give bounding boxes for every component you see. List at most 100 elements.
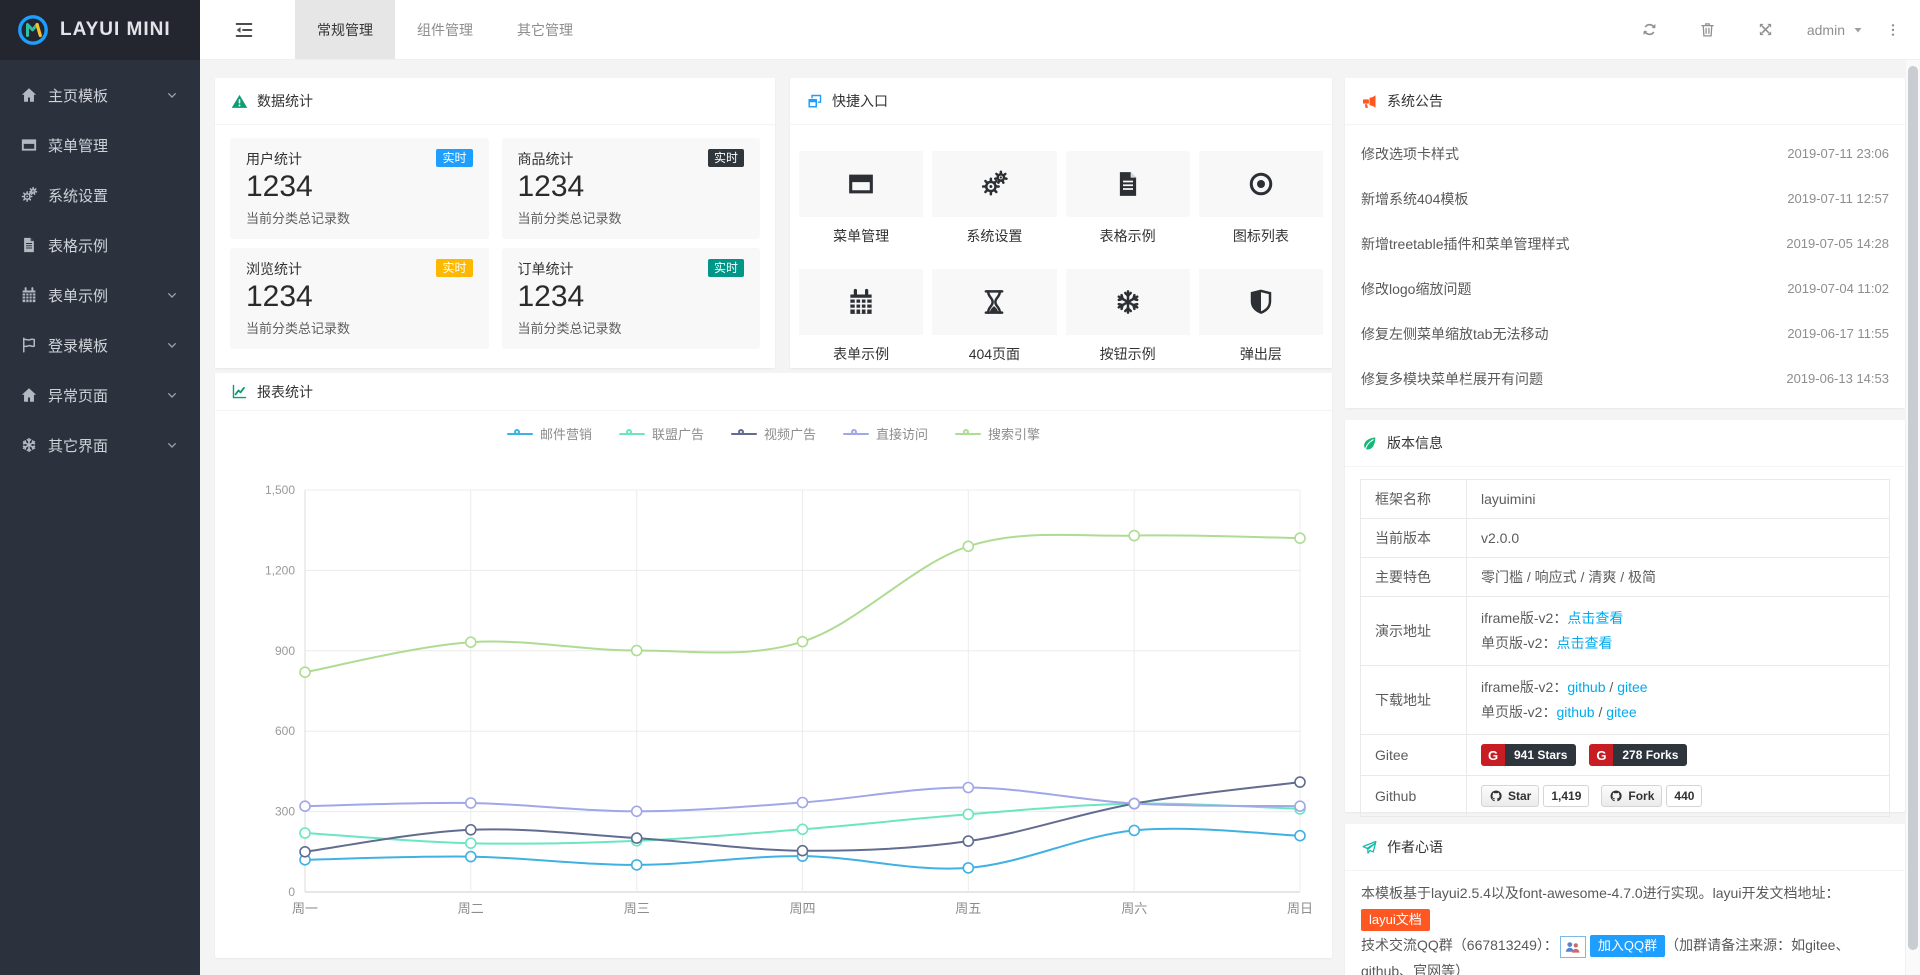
sidebar-item[interactable]: 登录模板 [0, 320, 200, 370]
sidebar-item[interactable]: 表格示例 [0, 220, 200, 270]
status-badge: 实时 [708, 149, 744, 167]
legend-item[interactable]: 联盟广告 [619, 424, 704, 443]
legend-item[interactable]: 邮件营销 [507, 424, 592, 443]
stat-card-top: 订单统计实时 [518, 259, 745, 279]
version-row-label: 当前版本 [1361, 519, 1467, 558]
user-menu[interactable]: admin [1807, 22, 1864, 38]
sidebar-item[interactable]: 其它界面 [0, 420, 200, 470]
text: 技术交流QQ群（667813249）： [1361, 937, 1558, 953]
announcement-row: 修改选项卡样式2019-07-11 23:06 [1361, 131, 1889, 176]
svg-text:周四: 周四 [789, 901, 815, 916]
layui-logo-icon [16, 13, 50, 47]
version-line: 单页版-v2：github / gitee [1481, 700, 1875, 725]
quick-entry-item[interactable]: 表格示例 [1066, 151, 1190, 246]
announcement-title[interactable]: 修改选项卡样式 [1361, 144, 1459, 164]
stat-card-value: 1234 [246, 171, 473, 203]
panel-title: 报表统计 [257, 382, 313, 402]
sidebar-item[interactable]: 异常页面 [0, 370, 200, 420]
trash-icon[interactable] [1679, 21, 1737, 38]
sidebar-item-label: 主页模板 [48, 85, 108, 106]
tab-active[interactable]: 常规管理 [295, 0, 395, 59]
stats-grid: 用户统计实时1234当前分类总记录数商品统计实时1234当前分类总记录数浏览统计… [215, 125, 775, 362]
quick-entry-item[interactable]: 图标列表 [1199, 151, 1323, 246]
home-icon [20, 386, 38, 404]
quick-entry-item[interactable]: 系统设置 [932, 151, 1056, 246]
caret-down-icon [1852, 24, 1864, 36]
link[interactable]: 点击查看 [1556, 635, 1612, 651]
sidebar-item[interactable]: 菜单管理 [0, 120, 200, 170]
github-count[interactable]: 440 [1666, 785, 1702, 807]
sidebar-item-label: 表格示例 [48, 235, 108, 256]
app-title: LAYUI MINI [60, 19, 171, 41]
app-logo[interactable]: LAYUI MINI [0, 0, 200, 60]
link[interactable]: github [1567, 679, 1605, 695]
announcement-title[interactable]: 新增treetable插件和菜单管理样式 [1361, 234, 1569, 254]
announcement-title[interactable]: 修复左侧菜单缩放tab无法移动 [1361, 324, 1548, 344]
refresh-icon[interactable] [1621, 21, 1679, 38]
scrollbar-thumb[interactable] [1908, 66, 1918, 950]
github-widget: Star1,419 [1481, 785, 1589, 807]
gitee-badge[interactable]: G278 Forks [1589, 744, 1687, 766]
svg-text:周五: 周五 [955, 901, 981, 916]
github-icon [1489, 789, 1503, 803]
github-star-button[interactable]: Star [1481, 785, 1539, 807]
sidebar-item-label: 表单示例 [48, 285, 108, 306]
author-line: 技术交流QQ群（667813249）：加入QQ群（加群请备注来源：如gitee、… [1361, 932, 1889, 975]
legend-item[interactable]: 视频广告 [731, 424, 816, 443]
quick-entry-label: 按钮示例 [1066, 344, 1190, 364]
stat-card-value: 1234 [518, 281, 745, 313]
panel-data-statistics: 数据统计 用户统计实时1234当前分类总记录数商品统计实时1234当前分类总记录… [215, 78, 775, 368]
quick-entry-label: 菜单管理 [799, 226, 923, 246]
svg-text:周六: 周六 [1121, 901, 1147, 916]
expand-icon[interactable] [1737, 21, 1795, 38]
join-qq-button[interactable]: 加入QQ群 [1590, 935, 1665, 957]
panel-header: 系统公告 [1345, 78, 1905, 125]
github-count[interactable]: 1,419 [1543, 785, 1589, 807]
stat-card-top: 浏览统计实时 [246, 259, 473, 279]
ellipsis-v-icon[interactable] [1880, 22, 1906, 38]
sidebar-item-label: 其它界面 [48, 435, 108, 456]
sidebar-item-label: 登录模板 [48, 335, 108, 356]
quick-entry-item[interactable]: 菜单管理 [799, 151, 923, 246]
quick-entry-item[interactable]: 弹出层 [1199, 269, 1323, 364]
announcement-title[interactable]: 修复多模块菜单栏展开有问题 [1361, 369, 1543, 389]
link[interactable]: github [1556, 704, 1594, 720]
svg-text:1,500: 1,500 [265, 483, 295, 497]
stat-card-desc: 当前分类总记录数 [518, 318, 745, 337]
tab-item[interactable]: 其它管理 [495, 0, 595, 59]
gitee-icon: G [1481, 744, 1505, 766]
link[interactable]: gitee [1606, 704, 1636, 720]
author-line: 本模板基于layui2.5.4以及font-awesome-4.7.0进行实现。… [1361, 880, 1889, 906]
main-content: 数据统计 用户统计实时1234当前分类总记录数商品统计实时1234当前分类总记录… [200, 60, 1920, 975]
gitee-badge[interactable]: G941 Stars [1481, 744, 1576, 766]
announcement-row: 修改logo缩放问题2019-07-04 11:02 [1361, 266, 1889, 311]
announcement-title[interactable]: 修改logo缩放问题 [1361, 279, 1471, 299]
sidebar-item[interactable]: 系统设置 [0, 170, 200, 220]
quick-entry-item[interactable]: 按钮示例 [1066, 269, 1190, 364]
legend-item[interactable]: 搜索引擎 [955, 424, 1040, 443]
version-row: 主要特色零门槛 / 响应式 / 清爽 / 极简 [1361, 558, 1890, 597]
sidebar-item[interactable]: 表单示例 [0, 270, 200, 320]
version-row-label: Gitee [1361, 735, 1467, 776]
version-table-wrap: 框架名称layuimini当前版本v2.0.0主要特色零门槛 / 响应式 / 清… [1345, 467, 1905, 829]
github-fork-button[interactable]: Fork [1601, 785, 1662, 807]
chevron-down-icon [164, 87, 180, 103]
chevron-down-icon [164, 437, 180, 453]
menu-toggle-icon[interactable] [233, 19, 255, 41]
file-icon [1066, 151, 1190, 217]
legend-label: 直接访问 [876, 424, 928, 443]
quick-entry-item[interactable]: 表单示例 [799, 269, 923, 364]
tab-item[interactable]: 组件管理 [395, 0, 495, 59]
sidebar-item[interactable]: 主页模板 [0, 70, 200, 120]
version-row-value: Star1,419 Fork440 [1467, 776, 1890, 817]
chevron-down-icon [164, 287, 180, 303]
doc-link-badge[interactable]: layui文档 [1361, 909, 1430, 931]
chevron-down-icon [164, 337, 180, 353]
legend-label: 搜索引擎 [988, 424, 1040, 443]
announcement-title[interactable]: 新增系统404模板 [1361, 189, 1468, 209]
legend-item[interactable]: 直接访问 [843, 424, 928, 443]
link[interactable]: 点击查看 [1567, 610, 1623, 626]
link[interactable]: gitee [1617, 679, 1647, 695]
hourglass-icon [932, 269, 1056, 335]
quick-entry-item[interactable]: 404页面 [932, 269, 1056, 364]
